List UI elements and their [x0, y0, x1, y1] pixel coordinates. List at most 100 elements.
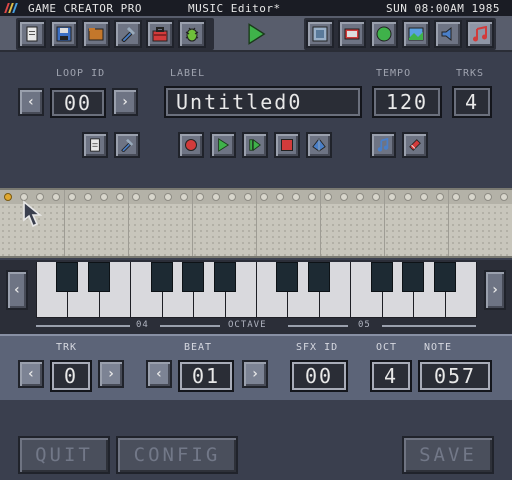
save-disk-button[interactable] — [50, 20, 78, 48]
chevron-left-icon: ‹ — [154, 366, 164, 382]
beat-marker[interactable] — [180, 193, 188, 201]
debug-button[interactable] — [178, 20, 206, 48]
octave-rule — [288, 325, 348, 327]
beat-field[interactable]: 01 — [178, 360, 234, 392]
track-increment-button[interactable]: › — [98, 360, 124, 388]
loop-tools-button[interactable] — [114, 132, 140, 158]
black-key[interactable] — [433, 262, 456, 292]
beat-marker[interactable] — [4, 193, 12, 201]
black-key[interactable] — [87, 262, 110, 292]
world-editor-icon — [408, 27, 424, 41]
beat-marker[interactable] — [212, 193, 220, 201]
label-input[interactable]: Untitled0 — [164, 86, 362, 118]
beat-marker[interactable] — [164, 193, 172, 201]
octave-field[interactable]: 4 — [370, 360, 412, 392]
beat-marker[interactable] — [132, 193, 140, 201]
beat-marker[interactable] — [52, 193, 60, 201]
record-button[interactable] — [178, 132, 204, 158]
beat-marker[interactable] — [100, 193, 108, 201]
track-decrement-button[interactable]: ‹ — [18, 360, 44, 388]
beat-marker[interactable] — [436, 193, 444, 201]
beat-marker[interactable] — [500, 193, 508, 201]
beat-marker[interactable] — [68, 193, 76, 201]
black-key[interactable] — [182, 262, 205, 292]
play-button[interactable] — [210, 132, 236, 158]
tempo-field[interactable]: 120 — [372, 86, 442, 118]
tools-button[interactable] — [114, 20, 142, 48]
beat-marker[interactable] — [308, 193, 316, 201]
loop-id-increment-button[interactable]: › — [112, 88, 138, 116]
beat-marker[interactable] — [484, 193, 492, 201]
beat-marker[interactable] — [340, 193, 348, 201]
black-key[interactable] — [307, 262, 330, 292]
sfx-id-field[interactable]: 00 — [290, 360, 348, 392]
save-button[interactable]: SAVE — [402, 436, 494, 474]
run-button[interactable] — [242, 20, 270, 48]
beat-marker[interactable] — [228, 193, 236, 201]
note-field[interactable]: 057 — [418, 360, 492, 392]
config-button[interactable]: CONFIG — [116, 436, 238, 474]
map-editor-button[interactable] — [370, 20, 398, 48]
black-key[interactable] — [370, 262, 393, 292]
tile-editor-button[interactable] — [338, 20, 366, 48]
beat-marker[interactable] — [276, 193, 284, 201]
sequencer-timeline[interactable] — [0, 188, 512, 258]
beat-marker[interactable] — [404, 193, 412, 201]
black-key[interactable] — [276, 262, 299, 292]
eraser-icon — [409, 139, 421, 151]
chevron-right-icon: › — [106, 366, 116, 382]
octave-down-button[interactable]: ‹ — [6, 270, 28, 310]
new-loop-button[interactable] — [82, 132, 108, 158]
beat-marker[interactable] — [244, 193, 252, 201]
beat-decrement-button[interactable]: ‹ — [146, 360, 172, 388]
beat-marker[interactable] — [148, 193, 156, 201]
piano-keyboard[interactable] — [36, 262, 477, 318]
beat-marker[interactable] — [116, 193, 124, 201]
beat-marker[interactable] — [452, 193, 460, 201]
beat-marker[interactable] — [420, 193, 428, 201]
stop-button[interactable] — [274, 132, 300, 158]
music-editor-button[interactable] — [466, 20, 494, 48]
beat-marker[interactable] — [84, 193, 92, 201]
loop-toggle-button[interactable] — [306, 132, 332, 158]
beat-marker[interactable] — [372, 193, 380, 201]
loop-id-decrement-button[interactable]: ‹ — [18, 88, 44, 116]
chevron-left-icon: ‹ — [26, 366, 36, 382]
toolbox-button[interactable] — [146, 20, 174, 48]
quit-button[interactable]: QUIT — [18, 436, 110, 474]
clock: SUN 08:00AM 1985 — [386, 1, 500, 15]
tracks-label: TRKS — [456, 68, 485, 79]
eraser-button[interactable] — [402, 132, 428, 158]
loop-id-field[interactable]: 00 — [50, 88, 106, 118]
beat-marker[interactable] — [468, 193, 476, 201]
beat-marker[interactable] — [260, 193, 268, 201]
music-note-icon — [377, 138, 389, 152]
beat-marker[interactable] — [388, 193, 396, 201]
chevron-right-icon: › — [250, 366, 260, 382]
sprite-editor-button[interactable] — [306, 20, 334, 48]
beat-divider — [128, 190, 129, 256]
black-key[interactable] — [213, 262, 236, 292]
octave-left-label: 04 — [136, 320, 149, 330]
play-from-beat-button[interactable] — [242, 132, 268, 158]
black-key[interactable] — [56, 262, 79, 292]
black-key[interactable] — [150, 262, 173, 292]
world-editor-button[interactable] — [402, 20, 430, 48]
beat-marker[interactable] — [292, 193, 300, 201]
open-folder-button[interactable] — [82, 20, 110, 48]
tracks-field[interactable]: 4 — [452, 86, 492, 118]
note-tool-button[interactable] — [370, 132, 396, 158]
black-key[interactable] — [402, 262, 425, 292]
sound-editor-button[interactable] — [434, 20, 462, 48]
track-field[interactable]: 0 — [50, 360, 92, 392]
new-file-button[interactable] — [18, 20, 46, 48]
octave-center-label: OCTAVE — [228, 320, 267, 330]
octave-rule — [382, 325, 476, 327]
beat-marker[interactable] — [356, 193, 364, 201]
app-title[interactable]: GAME CREATOR PRO — [28, 2, 188, 15]
octave-up-button[interactable]: › — [484, 270, 506, 310]
beat-increment-button[interactable]: › — [242, 360, 268, 388]
beat-marker[interactable] — [196, 193, 204, 201]
octave-rule — [36, 325, 130, 327]
beat-marker[interactable] — [324, 193, 332, 201]
